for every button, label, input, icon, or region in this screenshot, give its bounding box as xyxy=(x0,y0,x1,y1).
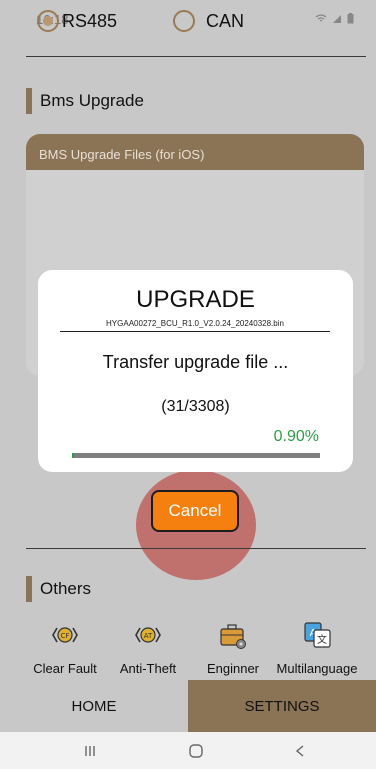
dialog-title: UPGRADE xyxy=(136,286,255,313)
anti-theft-button[interactable]: AT Anti-Theft xyxy=(102,620,194,676)
top-divider xyxy=(26,56,366,57)
bms-upgrade-section-title: Bms Upgrade xyxy=(26,88,144,114)
home-icon xyxy=(189,744,203,758)
progress-bar xyxy=(72,453,320,458)
system-nav-bar xyxy=(0,732,376,769)
upgrade-dialog: UPGRADE HYGAA00272_BCU_R1.0_V2.0.24_2024… xyxy=(38,270,353,472)
progress-percent: 0.90% xyxy=(273,428,319,445)
section-title-text: Others xyxy=(40,579,92,598)
tab-settings[interactable]: SETTINGS xyxy=(188,680,376,732)
status-icons xyxy=(315,13,354,27)
rs485-label[interactable]: RS485 xyxy=(62,11,117,32)
bottom-nav: HOME SETTINGS xyxy=(0,680,376,732)
svg-text:文: 文 xyxy=(317,633,327,646)
section-accent-bar xyxy=(26,576,32,602)
upgrade-files-header: BMS Upgrade Files (for iOS) xyxy=(26,134,364,170)
can-label[interactable]: CAN xyxy=(206,11,244,32)
upgrade-filename: HYGAA00272_BCU_R1.0_V2.0.24_20240328.bin xyxy=(106,319,284,328)
section-title-text: Bms Upgrade xyxy=(40,91,144,110)
signal-icon xyxy=(332,15,341,23)
battery-icon xyxy=(347,13,354,24)
recents-icon xyxy=(85,746,95,756)
progress-bar-fill xyxy=(72,453,75,458)
can-radio[interactable] xyxy=(173,10,195,32)
svg-text:CF: CF xyxy=(61,632,70,640)
clear-fault-icon: CF xyxy=(52,627,78,643)
translate-icon: A 文 xyxy=(304,622,331,648)
clear-fault-button[interactable]: CF Clear Fault xyxy=(19,620,111,676)
middle-divider xyxy=(26,548,366,549)
transfer-count: (31/3308) xyxy=(161,398,230,415)
dialog-divider xyxy=(60,331,330,332)
back-icon xyxy=(295,745,304,757)
tool-label: Clear Fault xyxy=(33,661,97,676)
recents-button[interactable] xyxy=(70,739,110,763)
tab-home[interactable]: HOME xyxy=(0,680,188,732)
back-button[interactable] xyxy=(280,739,320,763)
cancel-button[interactable]: Cancel xyxy=(151,490,239,532)
tool-label: Anti-Theft xyxy=(119,661,177,676)
multilanguage-button[interactable]: A 文 Multilanguage xyxy=(271,620,363,676)
tool-label: Multilanguage xyxy=(276,661,358,676)
section-accent-bar xyxy=(26,88,32,114)
wifi-icon xyxy=(315,14,327,22)
others-section-title: Others xyxy=(26,576,91,602)
rs485-radio[interactable] xyxy=(37,10,59,32)
engineer-button[interactable]: Enginner xyxy=(187,620,279,676)
home-button[interactable] xyxy=(176,739,216,763)
anti-theft-icon: AT xyxy=(135,627,161,643)
svg-text:AT: AT xyxy=(144,632,153,640)
tool-label: Enginner xyxy=(206,661,260,676)
status-bar: 16:18 RS485 CAN xyxy=(0,0,376,40)
engineer-toolbox-icon xyxy=(220,624,246,649)
transfer-status: Transfer upgrade file ... xyxy=(102,352,289,372)
